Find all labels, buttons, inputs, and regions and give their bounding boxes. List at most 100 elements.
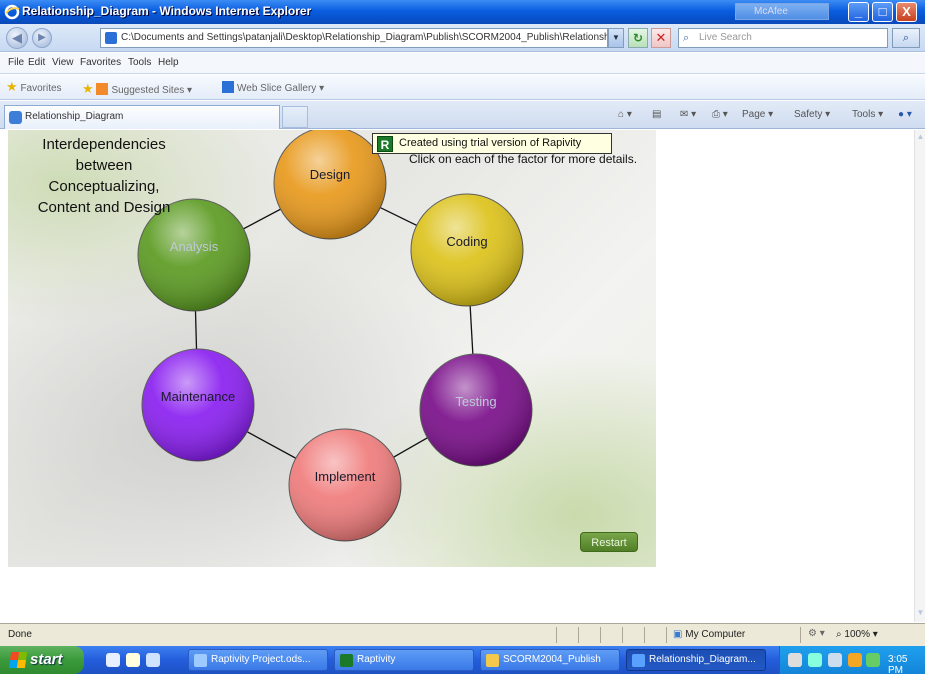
node-gloss [274, 130, 386, 239]
page-icon [105, 32, 117, 44]
close-button[interactable]: X [896, 2, 917, 22]
protected-mode-icon[interactable]: ⚙ ▾ [808, 628, 825, 639]
node-label: Maintenance [161, 389, 235, 404]
node-label: Analysis [170, 239, 219, 254]
node-gloss [289, 429, 401, 541]
clock: 3:05 PM [888, 654, 908, 674]
favorites-bar: ★ Favorites ★ Suggested Sites ▾ Web Slic… [0, 75, 925, 100]
menu-favorites[interactable]: Favorites [80, 57, 121, 68]
back-button[interactable]: ◀ [6, 27, 28, 49]
tray-update-icon[interactable] [848, 653, 862, 667]
stop-button[interactable]: ✕ [651, 28, 671, 48]
tab-row: Relationship_Diagram ⌂ ▾ ▤ ✉ ▾ ⎙ ▾ Page … [0, 101, 925, 129]
menu-bar: File Edit View Favorites Tools Help [0, 53, 925, 74]
address-dropdown-button[interactable]: ▼ [608, 28, 624, 48]
address-url: C:\Documents and Settings\patanjali\Desk… [121, 32, 608, 43]
live-search-icon: ⌕ [683, 32, 690, 44]
windows-logo-icon [8, 652, 28, 668]
taskbar-raptivity-project[interactable]: Raptivity Project.ods... [188, 649, 328, 671]
minimize-button[interactable]: _ [848, 2, 869, 22]
web-slice-gallery-link[interactable]: Web Slice Gallery ▾ [222, 81, 324, 94]
maximize-button[interactable]: □ [872, 2, 893, 22]
ie-logo-icon [4, 4, 20, 20]
node-design[interactable]: Design [273, 130, 387, 240]
safety-menu[interactable]: Safety ▾ [794, 109, 830, 120]
star-icon: ★ [6, 79, 18, 94]
mail-icon[interactable]: ✉ ▾ [680, 109, 696, 120]
search-button[interactable]: ⌕ [892, 28, 920, 48]
taskbar-relationship-diagram[interactable]: Relationship_Diagram... [626, 649, 766, 671]
scroll-up-icon[interactable]: ▲ [916, 132, 925, 144]
menu-file[interactable]: File [8, 57, 24, 68]
menu-help[interactable]: Help [158, 57, 179, 68]
search-placeholder: Live Search [699, 32, 752, 43]
desktop-quicklaunch-icon[interactable] [126, 653, 140, 667]
suggested-sites-icon [96, 83, 109, 95]
diagram-heading: Interdependencies between Conceptualizin… [37, 136, 171, 216]
favorites-button[interactable]: ★ Favorites [6, 79, 62, 95]
menu-tools[interactable]: Tools [128, 57, 151, 68]
tray-security-icon[interactable] [828, 653, 842, 667]
taskbar-raptivity[interactable]: Raptivity [334, 649, 474, 671]
taskbar: start Raptivity Project.ods... Raptivity… [0, 646, 925, 674]
raptivity-logo-icon: R [377, 136, 393, 152]
scroll-down-icon[interactable]: ▼ [916, 608, 925, 620]
node-gloss [411, 194, 523, 306]
mcafee-button[interactable]: McAfee [735, 3, 829, 20]
node-label: Design [310, 167, 350, 182]
title-bar: Relationship_Diagram - Windows Internet … [0, 0, 925, 24]
node-gloss [420, 354, 532, 466]
node-coding[interactable]: Coding [410, 193, 524, 307]
search-input[interactable]: ⌕ Live Search [678, 28, 888, 48]
web-slice-icon [222, 81, 234, 93]
help-icon[interactable]: ● ▾ [898, 109, 912, 120]
trial-tooltip: R Created using trial version of Rapivit… [372, 133, 612, 154]
print-icon[interactable]: ⎙ ▾ [712, 109, 728, 120]
zoom-icon: ⌕ [836, 629, 842, 640]
tray-volume-icon[interactable] [866, 653, 880, 667]
address-input[interactable]: C:\Documents and Settings\patanjali\Desk… [100, 28, 608, 48]
refresh-button[interactable]: ↻ [628, 28, 648, 48]
address-toolbar: ◀ ▶ C:\Documents and Settings\patanjali\… [0, 24, 925, 52]
tray-network-icon[interactable] [788, 653, 802, 667]
ie-page-icon [9, 111, 22, 124]
computer-icon: ▣ [673, 629, 683, 640]
node-testing[interactable]: Testing [419, 353, 533, 467]
tab-relationship-diagram[interactable]: Relationship_Diagram [4, 105, 280, 129]
node-implement[interactable]: Implement [288, 428, 402, 542]
add-favorite-icon: ★ [82, 81, 94, 96]
ie-quicklaunch-icon[interactable] [106, 653, 120, 667]
tools-menu[interactable]: Tools ▾ [852, 109, 883, 120]
status-bar: Done ▣ My Computer ⚙ ▾ ⌕ 100% ▾ [0, 623, 925, 646]
status-text: Done [8, 629, 32, 640]
diagram-stage: Design Coding Testing Implement Maintenance A… [8, 130, 656, 567]
home-icon[interactable]: ⌂ ▾ [618, 109, 632, 120]
ods-file-icon [194, 654, 207, 667]
forward-button[interactable]: ▶ [32, 28, 52, 48]
feeds-icon[interactable]: ▤ [652, 109, 661, 120]
start-button[interactable]: start [0, 646, 84, 674]
page-content: Design Coding Testing Implement Maintenance A… [8, 130, 914, 622]
folder-icon [486, 654, 499, 667]
node-gloss [142, 349, 254, 461]
node-label: Coding [446, 234, 487, 249]
node-label: Testing [455, 394, 496, 409]
node-maintenance[interactable]: Maintenance [141, 348, 255, 462]
menu-view[interactable]: View [52, 57, 74, 68]
vertical-scrollbar[interactable]: ▲ ▼ [914, 130, 925, 622]
explorer-quicklaunch-icon[interactable] [146, 653, 160, 667]
suggested-sites-link[interactable]: ★ Suggested Sites ▾ [82, 81, 192, 97]
window-title: Relationship_Diagram - Windows Internet … [22, 4, 312, 18]
zoom-control[interactable]: ⌕ 100% ▾ [836, 629, 878, 640]
menu-edit[interactable]: Edit [28, 57, 45, 68]
raptivity-app-icon [340, 654, 353, 667]
node-label: Implement [315, 469, 376, 484]
ie-task-icon [632, 654, 645, 667]
zone-indicator: ▣ My Computer [673, 629, 746, 640]
system-tray: 3:05 PM [779, 646, 925, 674]
tray-app-icon[interactable] [808, 653, 822, 667]
taskbar-scorm-folder[interactable]: SCORM2004_Publish [480, 649, 620, 671]
restart-button[interactable]: Restart [580, 532, 638, 552]
new-tab-button[interactable] [282, 106, 308, 128]
page-menu[interactable]: Page ▾ [742, 109, 773, 120]
